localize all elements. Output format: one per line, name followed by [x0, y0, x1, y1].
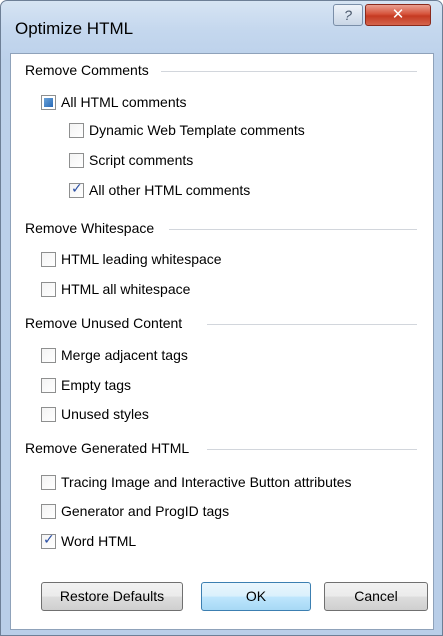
dwt-comments-checkbox[interactable] [69, 122, 84, 138]
html-all-whitespace-label: HTML all whitespace [61, 281, 191, 297]
help-button[interactable]: ? [333, 4, 363, 26]
html-leading-whitespace-checkbox[interactable] [41, 251, 56, 267]
section-divider [169, 229, 417, 230]
all-html-comments-label: All HTML comments [61, 94, 187, 110]
dialog-title: Optimize HTML [15, 19, 134, 38]
option-other-html-comments[interactable]: All other HTML comments [69, 180, 250, 200]
option-word-html[interactable]: Word HTML [41, 531, 136, 551]
other-html-comments-checkbox[interactable] [69, 181, 84, 198]
tracing-image-attributes-label: Tracing Image and Interactive Button att… [61, 474, 352, 490]
other-html-comments-label: All other HTML comments [89, 182, 251, 198]
option-html-all-whitespace[interactable]: HTML all whitespace [41, 279, 190, 299]
merge-adjacent-tags-label: Merge adjacent tags [61, 347, 188, 363]
option-dwt-comments[interactable]: Dynamic Web Template comments [69, 120, 305, 140]
generator-progid-tags-checkbox[interactable] [41, 503, 56, 519]
option-tracing-image-attributes[interactable]: Tracing Image and Interactive Button att… [41, 472, 352, 492]
title-bar[interactable]: Optimize HTML ? ✕ [1, 1, 442, 53]
dialog-content: Remove Comments All HTML comments Dynami… [10, 53, 434, 630]
option-all-html-comments[interactable]: All HTML comments [41, 92, 187, 112]
option-unused-styles[interactable]: Unused styles [41, 404, 149, 424]
restore-defaults-button[interactable]: Restore Defaults [41, 582, 183, 611]
close-button[interactable]: ✕ [365, 4, 431, 26]
unused-styles-checkbox[interactable] [41, 406, 56, 422]
optimize-html-dialog: Optimize HTML ? ✕ Remove Comments All HT… [0, 0, 443, 636]
section-heading-remove-comments: Remove Comments [25, 62, 155, 78]
option-merge-adjacent-tags[interactable]: Merge adjacent tags [41, 345, 188, 365]
tracing-image-attributes-checkbox[interactable] [41, 474, 56, 490]
section-heading-remove-unused-content: Remove Unused Content [25, 315, 189, 331]
option-generator-progid-tags[interactable]: Generator and ProgID tags [41, 501, 229, 521]
empty-tags-checkbox[interactable] [41, 377, 56, 393]
section-heading-remove-generated-html: Remove Generated HTML [25, 440, 196, 456]
section-divider [161, 71, 417, 72]
option-script-comments[interactable]: Script comments [69, 150, 193, 170]
unused-styles-label: Unused styles [61, 406, 149, 422]
script-comments-label: Script comments [89, 152, 194, 168]
all-html-comments-checkbox[interactable] [41, 94, 56, 110]
option-html-leading-whitespace[interactable]: HTML leading whitespace [41, 249, 222, 269]
ok-button[interactable]: OK [201, 582, 311, 611]
generator-progid-tags-label: Generator and ProgID tags [61, 503, 230, 519]
cancel-button[interactable]: Cancel [324, 582, 428, 611]
section-divider [207, 324, 417, 325]
option-empty-tags[interactable]: Empty tags [41, 375, 131, 395]
dwt-comments-label: Dynamic Web Template comments [89, 122, 305, 138]
section-divider [207, 449, 417, 450]
word-html-checkbox[interactable] [41, 532, 56, 549]
script-comments-checkbox[interactable] [69, 152, 84, 168]
html-all-whitespace-checkbox[interactable] [41, 281, 56, 297]
word-html-label: Word HTML [61, 533, 137, 549]
empty-tags-label: Empty tags [61, 377, 132, 393]
html-leading-whitespace-label: HTML leading whitespace [61, 251, 222, 267]
merge-adjacent-tags-checkbox[interactable] [41, 347, 56, 363]
section-heading-remove-whitespace: Remove Whitespace [25, 220, 161, 236]
